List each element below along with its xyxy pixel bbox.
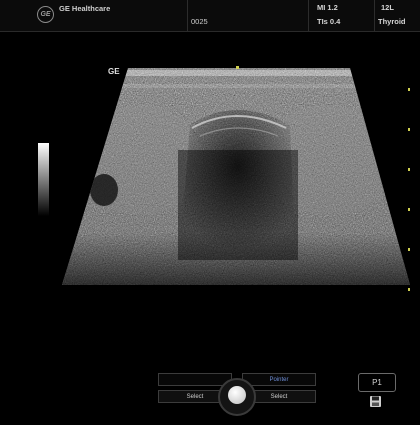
save-icon[interactable] bbox=[369, 395, 382, 408]
depth-tick bbox=[408, 208, 410, 211]
depth-tick bbox=[408, 88, 410, 91]
grayscale-bar bbox=[38, 143, 49, 216]
left-top-control[interactable] bbox=[158, 373, 232, 386]
focus-marker bbox=[236, 66, 239, 69]
depth-tick bbox=[408, 168, 410, 171]
pointer-button[interactable]: Pointer bbox=[242, 373, 316, 386]
pointer-label: Pointer bbox=[269, 376, 289, 383]
orientation-label: GE bbox=[108, 67, 120, 76]
ultrasound-scan-image bbox=[62, 68, 410, 285]
right-select-label: Select bbox=[270, 393, 288, 400]
p1-label: P1 bbox=[372, 378, 382, 387]
left-select-label: Select bbox=[186, 393, 204, 400]
ultrasound-image-area[interactable]: GE bbox=[0, 0, 420, 420]
depth-tick bbox=[408, 288, 410, 291]
depth-tick bbox=[408, 248, 410, 251]
depth-tick bbox=[408, 128, 410, 131]
p1-button[interactable]: P1 bbox=[358, 373, 396, 392]
trackball-icon[interactable] bbox=[228, 386, 246, 404]
